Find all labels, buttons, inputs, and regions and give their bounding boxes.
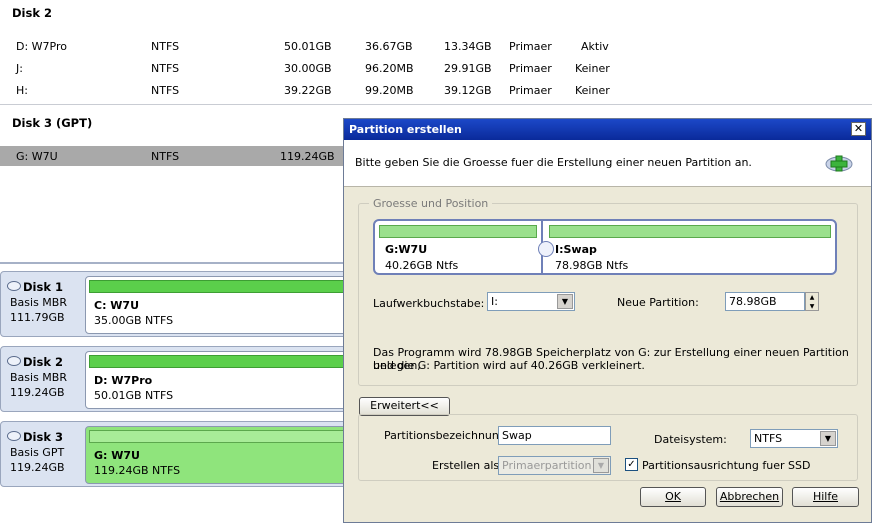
create-as-value: Primaerpartition (502, 459, 592, 472)
partition-name: G:W7U (385, 243, 428, 256)
table-row[interactable]: H: NTFS 39.22GB 99.20MB 39.12GB Primaer … (0, 79, 872, 101)
cell-name: H: (16, 84, 28, 97)
partition-label: D: W7Pro (94, 374, 153, 387)
chevron-down-icon[interactable]: ▼ (820, 431, 836, 446)
cell-size: 50.01GB (284, 40, 332, 53)
cell-size: 30.00GB (284, 62, 332, 75)
cell-free: 29.91GB (444, 62, 492, 75)
usage-bar (549, 225, 831, 238)
disk-type: Basis GPT (10, 446, 65, 459)
dialog-titlebar[interactable]: Partition erstellen ✕ (344, 119, 871, 140)
cell-fs: NTFS (151, 84, 180, 97)
cell-type: Primaer (509, 40, 552, 53)
cell-fs: NTFS (151, 40, 180, 53)
new-partition-size-input[interactable]: 78.98GB (725, 292, 805, 311)
instruction-text: Bitte geben Sie die Groesse fuer die Ers… (355, 156, 752, 169)
ok-button[interactable]: OK (640, 487, 706, 507)
cell-name: D: W7Pro (16, 40, 67, 53)
disk-type: Basis MBR (10, 296, 67, 309)
drive-letter-select[interactable]: I: ▼ (487, 292, 575, 311)
disk-type: Basis MBR (10, 371, 67, 384)
disk-icon (7, 356, 21, 366)
cell-used: 36.67GB (365, 40, 413, 53)
ok-label: OK (665, 490, 681, 503)
cancel-button[interactable]: Abbrechen (716, 487, 783, 507)
ssd-align-checkbox[interactable]: ✓ (625, 458, 638, 471)
partition-info: 78.98GB Ntfs (555, 259, 629, 272)
chevron-down-icon[interactable]: ▼ (557, 294, 573, 309)
help-button[interactable]: Hilfe (792, 487, 859, 507)
size-spinner[interactable]: ▲ ▼ (805, 292, 819, 311)
cell-fs: NTFS (151, 150, 180, 163)
divider (0, 104, 872, 105)
info-text-line2: und die G: Partition wird auf 40.26GB ve… (373, 359, 645, 372)
partition-segment-new[interactable]: I:Swap 78.98GB Ntfs (545, 221, 835, 273)
usage-bar (379, 225, 537, 238)
advanced-group: Partitionsbezeichnung: Swap Dateisystem:… (358, 414, 858, 481)
cell-status: Keiner (575, 62, 610, 75)
disk-size: 111.79GB (10, 311, 65, 324)
new-partition-label: Neue Partition: (617, 296, 699, 309)
cancel-label: Abbrechen (719, 490, 780, 503)
close-icon[interactable]: ✕ (851, 122, 866, 136)
partition-label-input[interactable]: Swap (498, 426, 611, 445)
disk-size: 119.24GB (10, 461, 65, 474)
cell-status: Keiner (575, 84, 610, 97)
drive-letter-value: I: (491, 295, 498, 308)
disk-icon (7, 431, 21, 441)
cell-fs: NTFS (151, 62, 180, 75)
partition-info: 50.01GB NTFS (94, 389, 174, 402)
ssd-align-label: Partitionsausrichtung fuer SSD (642, 459, 811, 472)
disk-name: Disk 3 (23, 430, 63, 444)
disk-name: Disk 1 (23, 280, 63, 294)
create-partition-dialog: Partition erstellen ✕ Bitte geben Sie di… (343, 118, 872, 523)
disk2-header: Disk 2 (12, 6, 52, 20)
partition-info: 35.00GB NTFS (94, 314, 174, 327)
partition-name: I:Swap (555, 243, 597, 256)
cell-size: 119.24GB (280, 150, 335, 163)
create-as-label: Erstellen als: (432, 459, 503, 472)
cell-used: 96.20MB (365, 62, 414, 75)
group-label: Groesse und Position (369, 197, 493, 210)
partition-info: 119.24GB NTFS (94, 464, 181, 477)
cell-used: 99.20MB (365, 84, 414, 97)
table-row[interactable]: J: NTFS 30.00GB 96.20MB 29.91GB Primaer … (0, 57, 872, 79)
cell-free: 13.34GB (444, 40, 492, 53)
cell-size: 39.22GB (284, 84, 332, 97)
partition-segment-existing[interactable]: G:W7U 40.26GB Ntfs (375, 221, 543, 273)
cell-free: 39.12GB (444, 84, 492, 97)
help-label: Hilfe (812, 490, 839, 503)
cell-status: Aktiv (581, 40, 609, 53)
partition-label-value: Swap (502, 429, 532, 442)
dialog-header: Bitte geben Sie die Groesse fuer die Ers… (344, 140, 871, 187)
disk-icon (7, 281, 21, 291)
filesystem-value: NTFS (754, 432, 783, 445)
drive-letter-label: Laufwerkbuchstabe: (373, 297, 485, 310)
resize-handle[interactable] (538, 241, 554, 257)
chevron-down-icon: ▼ (593, 458, 609, 473)
disk-name: Disk 2 (23, 355, 63, 369)
partition-label-label: Partitionsbezeichnung: (384, 429, 510, 442)
dialog-title: Partition erstellen (349, 123, 462, 136)
cell-name: J: (16, 62, 23, 75)
partition-visualizer[interactable]: G:W7U 40.26GB Ntfs I:Swap 78.98GB Ntfs (373, 219, 837, 275)
cell-type: Primaer (509, 62, 552, 75)
disk-size: 119.24GB (10, 386, 65, 399)
filesystem-label: Dateisystem: (654, 433, 727, 446)
cell-type: Primaer (509, 84, 552, 97)
partition-info: 40.26GB Ntfs (385, 259, 459, 272)
disk3-header: Disk 3 (GPT) (12, 116, 93, 130)
new-partition-size-value: 78.98GB (729, 295, 777, 308)
filesystem-select[interactable]: NTFS ▼ (750, 429, 838, 448)
cell-name: G: W7U (16, 150, 58, 163)
partition-label: C: W7U (94, 299, 140, 312)
size-position-group: Groesse und Position G:W7U 40.26GB Ntfs … (358, 197, 858, 386)
partition-label: G: W7U (94, 449, 140, 462)
create-as-select[interactable]: Primaerpartition ▼ (498, 456, 611, 475)
add-partition-icon (825, 155, 853, 172)
table-row[interactable]: D: W7Pro NTFS 50.01GB 36.67GB 13.34GB Pr… (0, 35, 872, 57)
